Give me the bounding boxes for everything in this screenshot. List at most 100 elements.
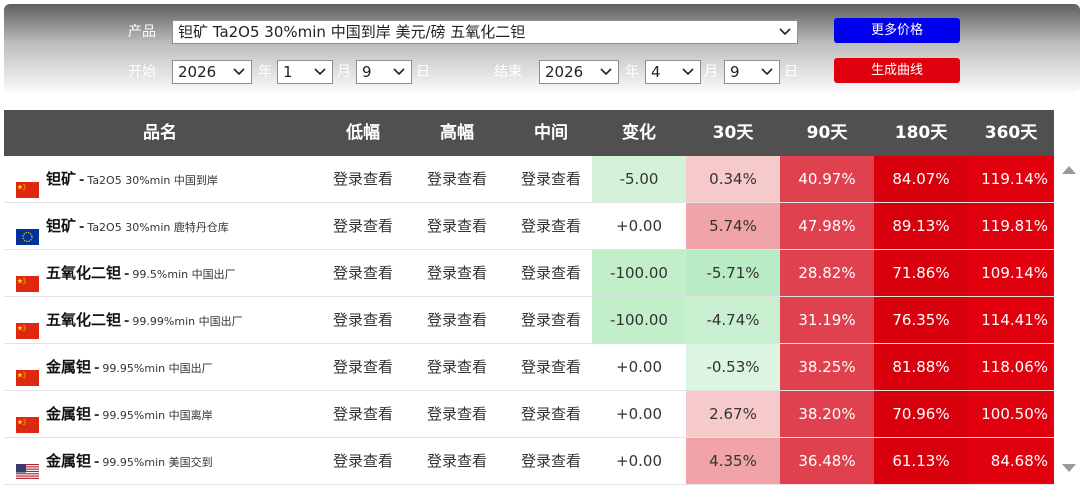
table-row[interactable]: 五氧化二钽 -99.5%min 中国出厂 登录查看 登录查看 登录查看 -100.00-… — [4, 250, 1054, 297]
d30-cell: 5.74% — [686, 203, 780, 249]
separator: - — [124, 267, 130, 282]
d180-cell: 61.13% — [874, 438, 968, 484]
col-header-low: 低幅 — [346, 123, 380, 143]
low-cell[interactable]: 登录查看 — [316, 297, 410, 343]
table-row[interactable]: 金属钽 -99.95%min 中国出厂 登录查看 登录查看 登录查看 +0.00 -0.5… — [4, 344, 1054, 391]
d90-cell: 38.25% — [780, 344, 874, 390]
d90-cell: 28.82% — [780, 250, 874, 296]
end-month-select[interactable]: 4 — [645, 60, 701, 84]
product-spec: Ta2O5 30%min 鹿特丹仓库 — [87, 221, 229, 234]
high-cell[interactable]: 登录查看 — [410, 156, 504, 202]
change-cell: -5.00 — [592, 156, 686, 202]
separator: - — [79, 173, 85, 188]
start-month-unit: 月 — [337, 64, 351, 80]
separator: - — [94, 361, 100, 376]
table-row[interactable]: 金属钽 -99.95%min 美国交到 登录查看 登录查看 登录查看 +0.00 4.35… — [4, 438, 1054, 485]
scroll-down-icon[interactable] — [1062, 464, 1076, 472]
mid-cell[interactable]: 登录查看 — [504, 297, 598, 343]
d180-cell: 81.88% — [874, 344, 968, 390]
high-cell[interactable]: 登录查看 — [410, 250, 504, 296]
eu-flag-icon — [16, 217, 39, 245]
product-spec: 99.95%min 美国交到 — [102, 456, 213, 469]
change-cell: +0.00 — [592, 438, 686, 484]
start-year-select[interactable]: 2026 — [172, 60, 252, 84]
chevron-down-icon — [600, 68, 612, 76]
mid-cell[interactable]: 登录查看 — [504, 438, 598, 484]
mid-cell[interactable]: 登录查看 — [504, 203, 598, 249]
low-cell[interactable]: 登录查看 — [316, 250, 410, 296]
table-row[interactable]: 钽矿 - Ta2O5 30%min 中国到岸 登录查看 登录查看 登录查看 -5.00 0.… — [4, 156, 1054, 203]
d90-cell: 40.97% — [780, 156, 874, 202]
high-cell[interactable]: 登录查看 — [410, 391, 504, 437]
separator: - — [79, 220, 85, 235]
low-cell[interactable]: 登录查看 — [316, 438, 410, 484]
product-title: 金属钽 — [46, 405, 92, 423]
table-row[interactable]: 金属钽 -99.95%min 中国离岸 登录查看 登录查看 登录查看 +0.00 2.67… — [4, 391, 1054, 438]
filter-panel: 产品 钽矿 Ta2O5 30%min 中国到岸 美元/磅 五氧化二钽 更多价格 … — [4, 4, 1080, 92]
product-name: 钽矿 - Ta2O5 30%min 中国到岸 — [46, 156, 218, 204]
d90-cell: 36.48% — [780, 438, 874, 484]
chevron-down-icon — [682, 68, 694, 76]
low-cell[interactable]: 登录查看 — [316, 203, 410, 249]
end-year-select[interactable]: 2026 — [539, 60, 619, 84]
start-month-select[interactable]: 1 — [277, 60, 333, 84]
d30-cell: -5.71% — [686, 250, 780, 296]
product-name: 五氧化二钽 -99.5%min 中国出厂 — [46, 250, 236, 298]
table-row[interactable]: 五氧化二钽 -99.99%min 中国出厂 登录查看 登录查看 登录查看 -100.00… — [4, 297, 1054, 344]
more-prices-button[interactable]: 更多价格 — [834, 18, 960, 43]
product-title: 五氧化二钽 — [46, 311, 122, 329]
end-day-select[interactable]: 9 — [724, 60, 780, 84]
high-cell[interactable]: 登录查看 — [410, 203, 504, 249]
product-name: 五氧化二钽 -99.99%min 中国出厂 — [46, 297, 243, 345]
product-spec: 99.5%min 中国出厂 — [132, 268, 236, 281]
high-cell[interactable]: 登录查看 — [410, 344, 504, 390]
change-cell: +0.00 — [592, 391, 686, 437]
low-cell[interactable]: 登录查看 — [316, 156, 410, 202]
col-header-360d: 360天 — [984, 123, 1038, 143]
china-flag-icon — [16, 311, 39, 339]
product-title: 钽矿 — [46, 217, 77, 235]
d30-cell: 2.67% — [686, 391, 780, 437]
col-header-high: 高幅 — [440, 123, 474, 143]
d90-cell: 38.20% — [780, 391, 874, 437]
product-title: 金属钽 — [46, 358, 92, 376]
high-cell[interactable]: 登录查看 — [410, 438, 504, 484]
mid-cell[interactable]: 登录查看 — [504, 250, 598, 296]
table-scrollbar[interactable] — [1058, 156, 1080, 486]
product-name: 金属钽 -99.95%min 中国出厂 — [46, 344, 213, 392]
start-day-select[interactable]: 9 — [356, 60, 412, 84]
col-header-90d: 90天 — [806, 123, 848, 143]
d360-cell: 119.14% — [968, 156, 1054, 202]
generate-curve-button[interactable]: 生成曲线 — [834, 58, 960, 83]
high-cell[interactable]: 登录查看 — [410, 297, 504, 343]
mid-cell[interactable]: 登录查看 — [504, 391, 598, 437]
d180-cell: 84.07% — [874, 156, 968, 202]
d30-cell: 4.35% — [686, 438, 780, 484]
d90-cell: 47.98% — [780, 203, 874, 249]
product-name: 钽矿 - Ta2O5 30%min 鹿特丹仓库 — [46, 203, 229, 251]
product-title: 五氧化二钽 — [46, 264, 122, 282]
product-spec: 99.95%min 中国离岸 — [102, 409, 213, 422]
product-title: 钽矿 — [46, 170, 77, 188]
product-label: 产品 — [128, 24, 156, 40]
low-cell[interactable]: 登录查看 — [316, 391, 410, 437]
d30-cell: -4.74% — [686, 297, 780, 343]
low-cell[interactable]: 登录查看 — [316, 344, 410, 390]
change-cell: +0.00 — [592, 203, 686, 249]
mid-cell[interactable]: 登录查看 — [504, 344, 598, 390]
start-year-value: 2026 — [178, 63, 217, 81]
d360-cell: 114.41% — [968, 297, 1054, 343]
table-header: 品名 低幅 高幅 中间 变化 30天 90天 180天 360天 — [4, 110, 1054, 156]
end-month-value: 4 — [651, 63, 661, 81]
table-row[interactable]: 钽矿 - Ta2O5 30%min 鹿特丹仓库 登录查看 登录查看 登录查看 +0.00 5… — [4, 203, 1054, 250]
product-select-value: 钽矿 Ta2O5 30%min 中国到岸 美元/磅 五氧化二钽 — [178, 23, 526, 41]
change-cell: -100.00 — [592, 250, 686, 296]
start-day-unit: 日 — [416, 64, 430, 80]
end-label: 结束 — [494, 64, 522, 80]
product-select[interactable]: 钽矿 Ta2O5 30%min 中国到岸 美元/磅 五氧化二钽 — [172, 20, 798, 44]
col-header-change: 变化 — [622, 123, 656, 143]
col-header-mid: 中间 — [534, 123, 568, 143]
scroll-up-icon[interactable] — [1062, 166, 1076, 174]
product-name: 金属钽 -99.95%min 中国离岸 — [46, 391, 213, 439]
mid-cell[interactable]: 登录查看 — [504, 156, 598, 202]
